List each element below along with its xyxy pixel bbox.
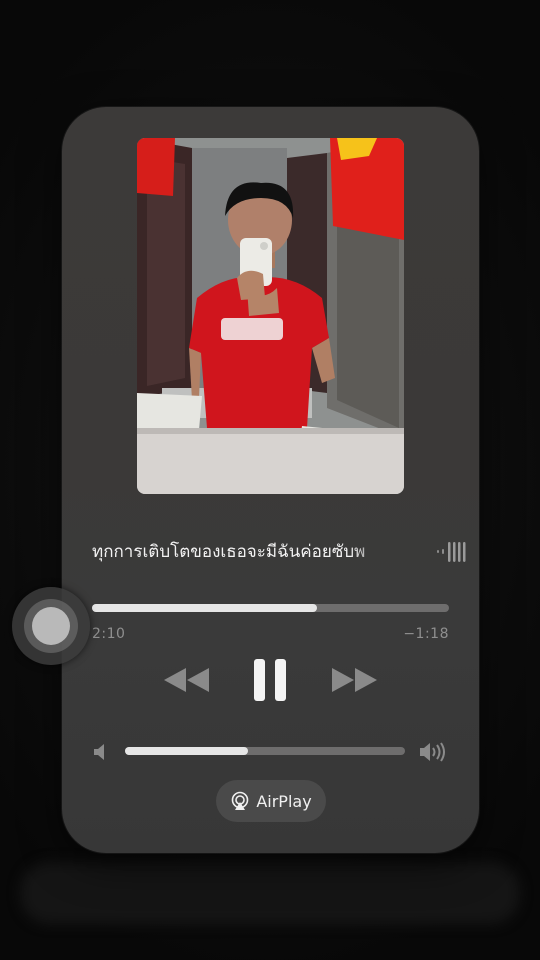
airplay-label: AirPlay <box>256 791 312 811</box>
fast-forward-icon <box>332 668 377 692</box>
elapsed-time: 2:10 <box>92 626 126 642</box>
transport-controls <box>62 650 479 710</box>
playback-scrubber[interactable] <box>92 603 449 613</box>
airplay-button[interactable]: AirPlay <box>216 780 326 822</box>
speaker-low-icon <box>94 744 104 760</box>
scrubber-fill <box>92 604 317 612</box>
fast-forward-button[interactable] <box>324 650 384 710</box>
rewind-icon <box>164 668 209 692</box>
waveform-icon <box>437 542 466 562</box>
remaining-time: −1:18 <box>403 626 449 642</box>
volume-slider[interactable] <box>92 739 449 765</box>
title-row: ทุกการเติบโตของเธอจะมีฉันค่อยซับพ <box>92 535 466 569</box>
blurred-dock <box>20 862 520 924</box>
now-playing-card: ทุกการเติบโตของเธอจะมีฉันค่อยซับพ 2:10 −… <box>62 107 479 853</box>
speaker-high-icon <box>420 742 445 762</box>
assistive-touch-dot <box>32 607 70 645</box>
rewind-button[interactable] <box>157 650 217 710</box>
airplay-icon <box>232 791 249 810</box>
pause-icon <box>254 659 286 701</box>
volume-fill <box>125 747 249 755</box>
album-artwork <box>137 138 404 494</box>
artwork-photo <box>137 138 404 494</box>
pause-button[interactable] <box>240 650 300 710</box>
song-title[interactable]: ทุกการเติบโตของเธอจะมีฉันค่อยซับพ <box>92 535 392 569</box>
assistive-touch-button[interactable] <box>12 587 90 665</box>
